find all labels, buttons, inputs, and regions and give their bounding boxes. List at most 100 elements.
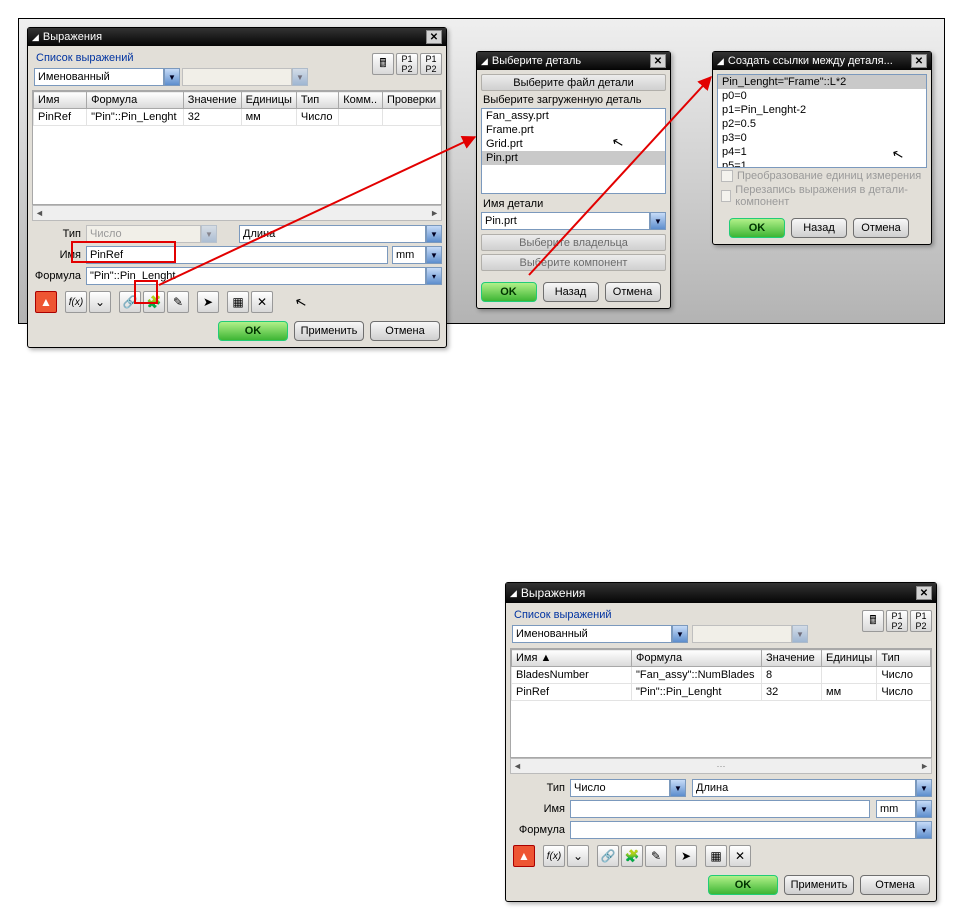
name-label: Имя xyxy=(510,803,570,815)
list-item[interactable]: Frame.prt xyxy=(482,123,665,137)
filter-select[interactable] xyxy=(512,625,672,643)
chevron-down-icon[interactable]: ▼ xyxy=(672,625,688,643)
measure-select[interactable] xyxy=(239,225,426,243)
units-select[interactable] xyxy=(392,246,426,264)
ok-button[interactable]: OK xyxy=(708,875,778,895)
table-row[interactable]: PinRef "Pin"::Pin_Lenght 32 мм Число xyxy=(34,109,441,126)
close-icon[interactable]: ✕ xyxy=(650,54,666,68)
title-text: Выражения xyxy=(521,586,916,600)
link1-icon[interactable]: 🔗 xyxy=(119,291,141,313)
checkbox-convert-units xyxy=(721,170,733,182)
back-button[interactable]: Назад xyxy=(791,218,847,238)
ok-button[interactable]: OK xyxy=(218,321,288,341)
chevron-down-icon: ▼ xyxy=(201,225,217,243)
formula-input[interactable] xyxy=(86,267,426,285)
link2-icon[interactable]: 🧩 xyxy=(621,845,643,867)
list-item[interactable]: p2=0.5 xyxy=(718,117,926,131)
grid-icon[interactable]: ▦ xyxy=(705,845,727,867)
link1-icon[interactable]: 🔗 xyxy=(597,845,619,867)
dropdown-icon[interactable]: ⌄ xyxy=(567,845,589,867)
chevron-down-icon[interactable]: ▼ xyxy=(164,68,180,86)
choose-component-button: Выберите компонент xyxy=(481,254,666,271)
filter-select[interactable] xyxy=(34,68,164,86)
calc-icon[interactable]: 🖩 xyxy=(862,610,884,632)
parts-listbox[interactable]: Fan_assy.prt Frame.prt Grid.prt Pin.prt xyxy=(481,108,666,194)
list-item[interactable]: Pin.prt xyxy=(482,151,665,165)
cancel-button[interactable]: Отмена xyxy=(853,218,909,238)
type-select[interactable] xyxy=(570,779,670,797)
list-item[interactable]: p1=Pin_Lenght-2 xyxy=(718,103,926,117)
name-input[interactable] xyxy=(86,246,388,264)
cancel-button[interactable]: Отмена xyxy=(605,282,661,302)
choose-file-button[interactable]: Выберите файл детали xyxy=(481,74,666,91)
p1-icon[interactable]: P1P2 xyxy=(396,53,418,75)
table-row[interactable]: BladesNumber "Fan_assy"::NumBlades 8 Чис… xyxy=(512,667,931,684)
link2-icon[interactable]: 🧩 xyxy=(143,291,165,313)
top-panel: ◣ Выражения ✕ Список выражений ▼ ▼ xyxy=(18,18,945,324)
list-item[interactable]: p3=0 xyxy=(718,131,926,145)
back-button[interactable]: Назад xyxy=(543,282,599,302)
type-label: Тип xyxy=(32,228,86,240)
checkbox-overwrite xyxy=(721,190,731,202)
edit-icon[interactable]: ✎ xyxy=(167,291,189,313)
list-item[interactable]: Fan_assy.prt xyxy=(482,109,665,123)
up-icon[interactable]: ▲ xyxy=(35,291,57,313)
grid-icon[interactable]: ▦ xyxy=(227,291,249,313)
titlebar[interactable]: ◣ Выражения ✕ xyxy=(28,28,446,46)
del-icon[interactable]: ✕ xyxy=(251,291,273,313)
ok-button[interactable]: OK xyxy=(481,282,537,302)
formula-input[interactable] xyxy=(570,821,916,839)
cancel-button[interactable]: Отмена xyxy=(860,875,930,895)
titlebar[interactable]: ◣ Выражения ✕ xyxy=(506,583,936,603)
checkbox-label: Перезапись выражения в детали-компонент xyxy=(735,184,923,208)
list-item[interactable]: p4=1 xyxy=(718,145,926,159)
apply-button[interactable]: Применить xyxy=(294,321,364,341)
go-icon[interactable]: ➤ xyxy=(197,291,219,313)
list-item[interactable]: p0=0 xyxy=(718,89,926,103)
expressions-table[interactable]: Имя Формула Значение Единицы Тип Комм.. … xyxy=(33,91,441,126)
fx-icon[interactable]: f(x) xyxy=(543,845,565,867)
go-icon[interactable]: ➤ xyxy=(675,845,697,867)
titlebar[interactable]: ◣ Создать ссылки между деталя... ✕ xyxy=(713,52,931,70)
chevron-down-icon[interactable]: ▼ xyxy=(916,800,932,818)
close-icon[interactable]: ✕ xyxy=(911,54,927,68)
stage: { "top": { "expr": { "title": "Выражения… xyxy=(0,0,964,919)
p1-icon[interactable]: P1P2 xyxy=(886,610,908,632)
chevron-down-icon[interactable]: ▼ xyxy=(916,779,932,797)
dropdown-icon[interactable]: ⌄ xyxy=(89,291,111,313)
fx-icon[interactable]: f(x) xyxy=(65,291,87,313)
expressions-table[interactable]: Имя ▲ Формула Значение Единицы Тип Blade… xyxy=(511,649,931,701)
p2-icon[interactable]: P1P2 xyxy=(910,610,932,632)
list-item[interactable]: Pin_Lenght="Frame"::L*2 xyxy=(718,75,926,89)
formula-more-icon[interactable]: ▾ xyxy=(426,267,442,285)
chevron-down-icon[interactable]: ▼ xyxy=(650,212,666,230)
p2-icon[interactable]: P1P2 xyxy=(420,53,442,75)
list-section-label: Список выражений xyxy=(36,52,367,64)
up-icon[interactable]: ▲ xyxy=(513,845,535,867)
calc-icon[interactable]: 🖩 xyxy=(372,53,394,75)
table-row[interactable]: PinRef "Pin"::Pin_Lenght 32 мм Число xyxy=(512,684,931,701)
list-item[interactable]: p5=1 xyxy=(718,159,926,168)
h-scrollbar[interactable]: ◄► xyxy=(32,205,442,221)
cancel-button[interactable]: Отмена xyxy=(370,321,440,341)
close-icon[interactable]: ✕ xyxy=(426,30,442,44)
formula-more-icon[interactable]: ▾ xyxy=(916,821,932,839)
close-icon[interactable]: ✕ xyxy=(916,586,932,600)
ok-button[interactable]: OK xyxy=(729,218,785,238)
chevron-down-icon[interactable]: ▼ xyxy=(426,246,442,264)
edit-icon[interactable]: ✎ xyxy=(645,845,667,867)
h-scrollbar[interactable]: ◄⋯► xyxy=(510,758,932,774)
titlebar[interactable]: ◣ Выберите деталь ✕ xyxy=(477,52,670,70)
units-select[interactable] xyxy=(876,800,916,818)
bottom-toolbar: ▲ f(x) ⌄ 🔗 🧩 ✎ ➤ ▦ ✕ ↖ xyxy=(32,288,442,313)
name-input[interactable] xyxy=(570,800,870,818)
sysmenu-icon: ◣ xyxy=(481,56,488,67)
apply-button[interactable]: Применить xyxy=(784,875,854,895)
measure-select[interactable] xyxy=(692,779,916,797)
del-icon[interactable]: ✕ xyxy=(729,845,751,867)
chevron-down-icon[interactable]: ▼ xyxy=(426,225,442,243)
list-item[interactable]: Grid.prt xyxy=(482,137,665,151)
chevron-down-icon[interactable]: ▼ xyxy=(670,779,686,797)
expressions-listbox[interactable]: Pin_Lenght="Frame"::L*2 p0=0 p1=Pin_Leng… xyxy=(717,74,927,168)
part-name-input[interactable] xyxy=(481,212,650,230)
